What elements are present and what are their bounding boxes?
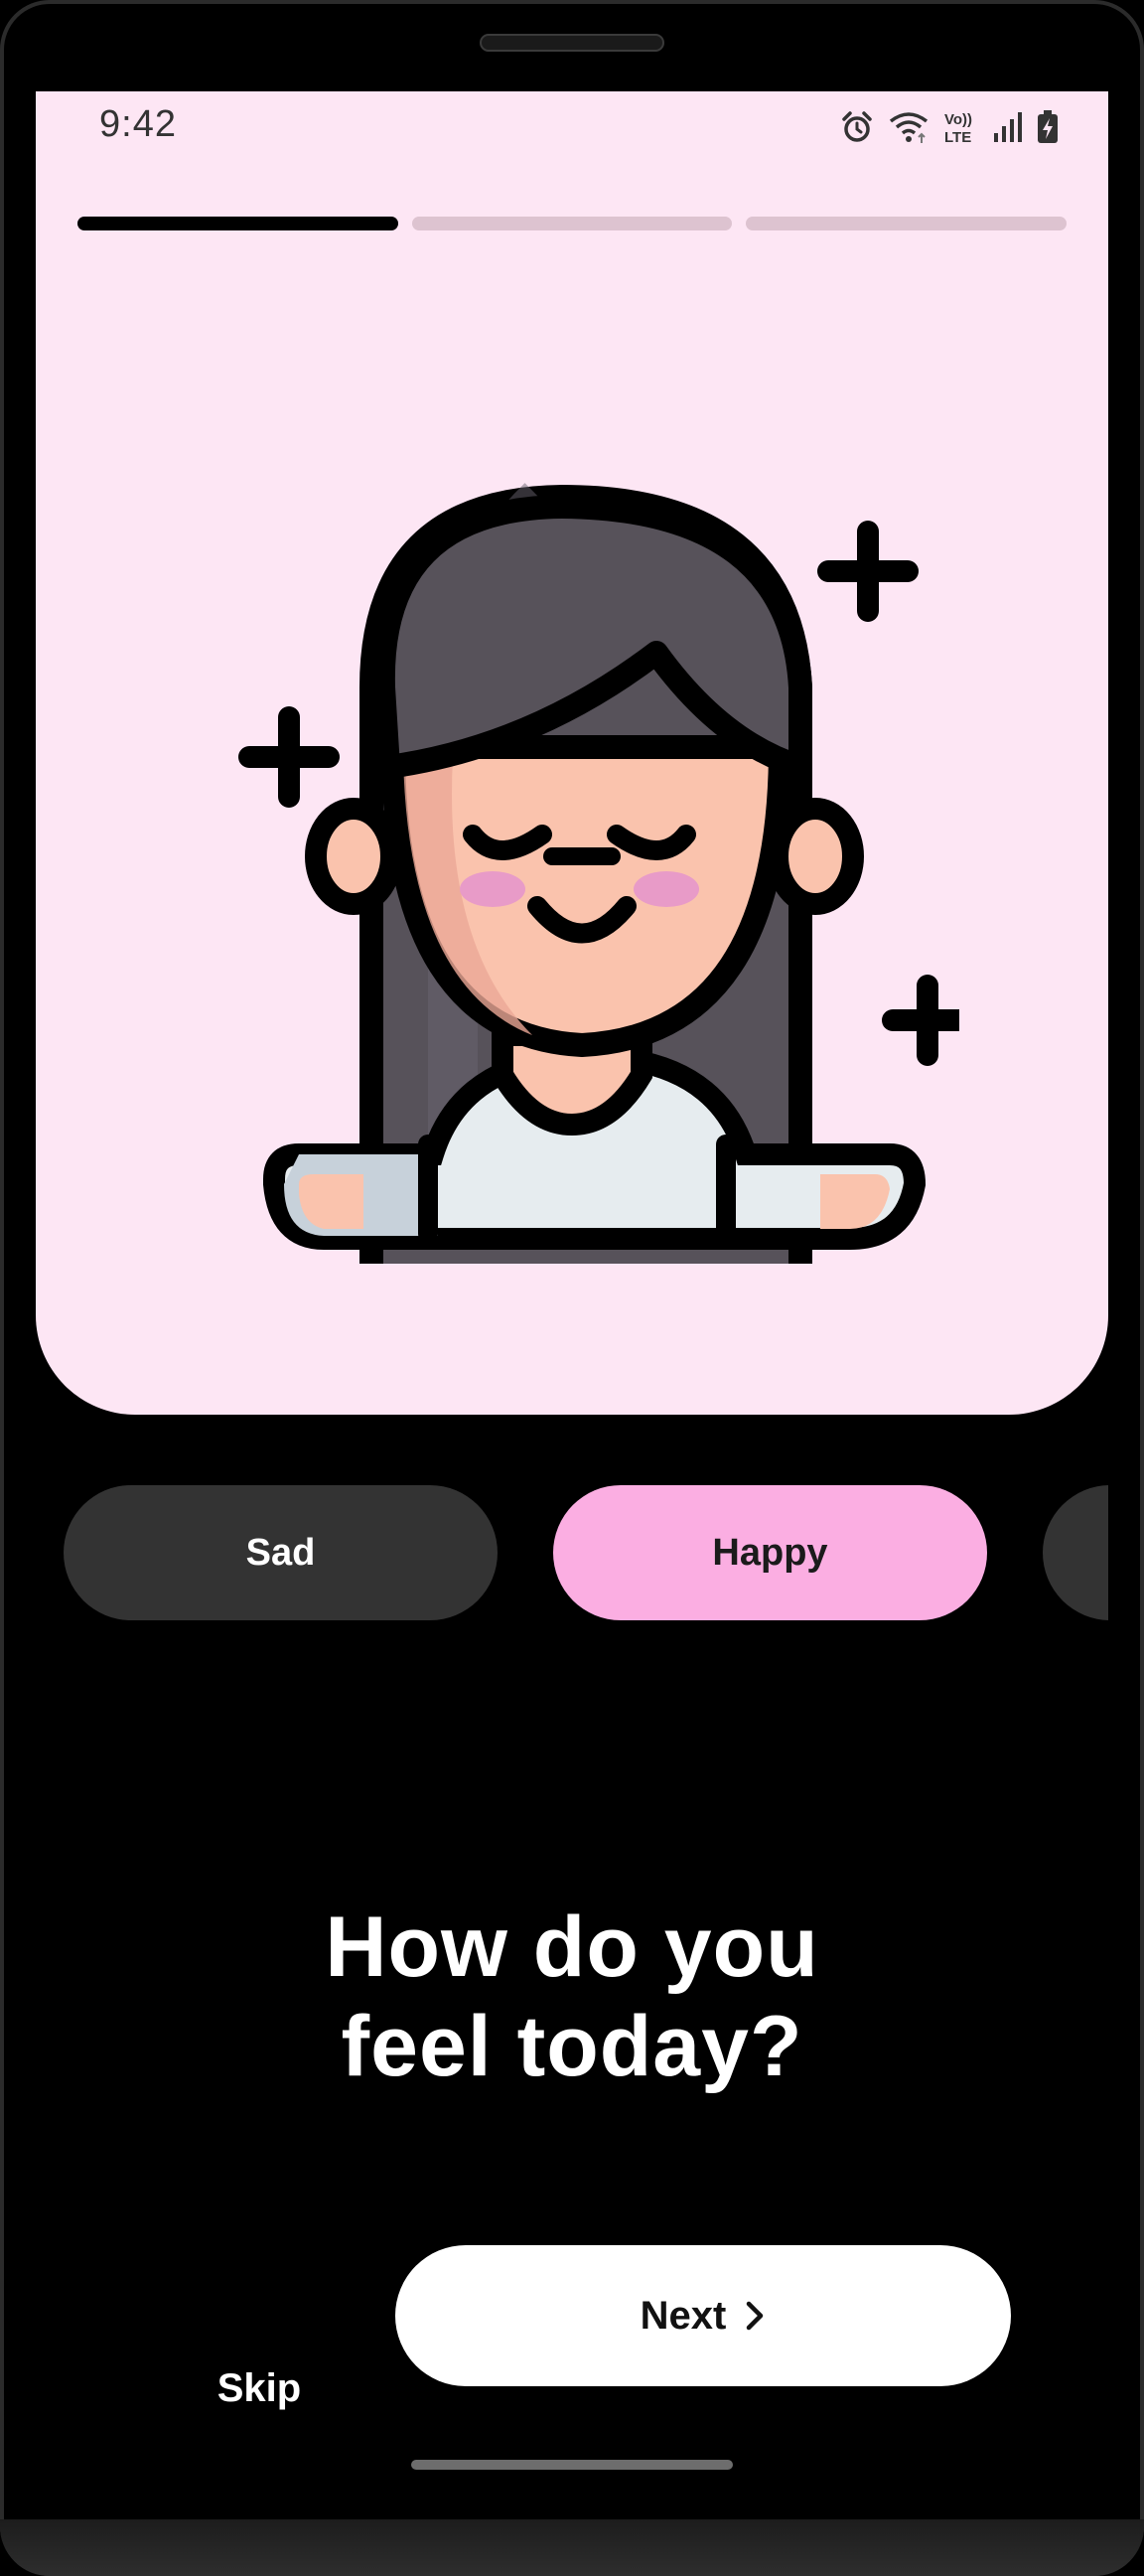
sparkle-icon bbox=[817, 521, 919, 622]
calm-girl-illustration bbox=[238, 483, 959, 1264]
hero-card: 9:42 Vo)) LTE bbox=[36, 91, 1108, 1415]
home-indicator[interactable] bbox=[411, 2460, 733, 2470]
device-bottom-bezel bbox=[0, 2519, 1144, 2576]
mood-chip-partial[interactable] bbox=[1043, 1485, 1108, 1620]
wifi-icon bbox=[889, 112, 929, 143]
question-title: How do you feel today? bbox=[36, 1897, 1108, 2096]
signal-icon bbox=[994, 112, 1022, 142]
svg-text:LTE: LTE bbox=[944, 129, 971, 145]
status-time: 9:42 bbox=[99, 103, 177, 145]
earpiece-speaker bbox=[480, 34, 664, 52]
sparkle-icon bbox=[882, 975, 959, 1066]
progress-step-3 bbox=[746, 217, 1068, 230]
alarm-icon bbox=[842, 111, 872, 142]
device: 9:42 Vo)) LTE Sad Happy How do you feel … bbox=[0, 0, 1144, 2576]
skip-button[interactable]: Skip bbox=[185, 2317, 334, 2460]
question-line-2: feel today? bbox=[341, 1998, 803, 2094]
svg-text:Vo)): Vo)) bbox=[944, 111, 972, 128]
progress-step-1 bbox=[77, 217, 398, 230]
next-button-label: Next bbox=[640, 2293, 727, 2338]
sparkle-icon bbox=[238, 706, 340, 808]
volte-icon: Vo)) LTE bbox=[944, 111, 972, 145]
battery-charging-icon bbox=[1038, 110, 1058, 143]
question-line-1: How do you bbox=[325, 1898, 819, 1995]
mood-chip-sad[interactable]: Sad bbox=[64, 1485, 498, 1620]
next-button[interactable]: Next bbox=[395, 2245, 1011, 2386]
status-icons: Vo)) LTE bbox=[840, 107, 1059, 147]
mood-selector: Sad Happy bbox=[64, 1485, 1108, 1620]
mood-chip-happy[interactable]: Happy bbox=[553, 1485, 987, 1620]
onboarding-progress bbox=[77, 217, 1068, 230]
chevron-right-icon bbox=[747, 2301, 764, 2331]
progress-step-2 bbox=[411, 217, 733, 230]
screen: 9:42 Vo)) LTE Sad Happy How do you feel … bbox=[36, 91, 1108, 2519]
